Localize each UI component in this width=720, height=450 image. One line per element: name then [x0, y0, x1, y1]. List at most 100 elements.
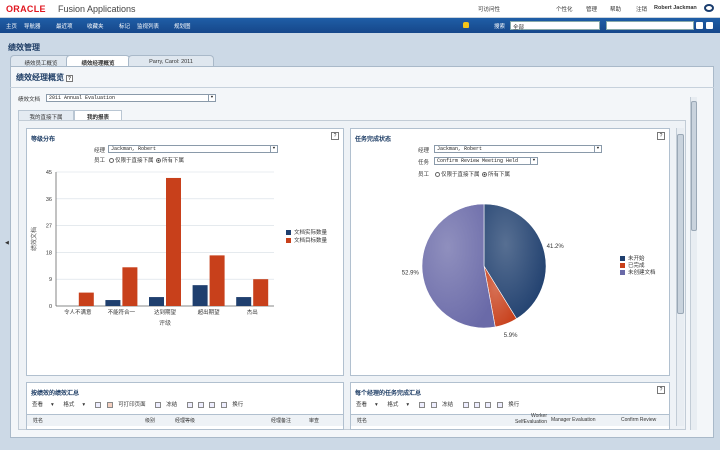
- column-header-review[interactable]: 审查: [309, 417, 319, 424]
- manager-select-value: Jackman, Robert: [111, 146, 157, 152]
- app-name: Fusion Applications: [58, 4, 136, 14]
- accessibility-link[interactable]: 可访问性: [478, 5, 500, 13]
- column-header-confirm-review[interactable]: Confirm Review: [621, 417, 656, 423]
- bar: [105, 300, 121, 306]
- card-title: 按绩效的绩效汇总: [31, 391, 80, 397]
- y-tick-label: 9: [49, 277, 52, 283]
- wrap-icon[interactable]: [497, 401, 504, 408]
- column-header-name[interactable]: 姓名: [33, 417, 43, 424]
- legend-swatch: [286, 238, 291, 243]
- view-menu[interactable]: 查看: [32, 402, 43, 408]
- radio-direct[interactable]: [435, 172, 440, 178]
- manager-label: 经理: [418, 148, 430, 154]
- oracle-logo: ORACLE: [6, 4, 46, 14]
- manager-select[interactable]: Jackman, Robert ▼: [434, 145, 602, 153]
- card-title: 任务完成状态: [355, 137, 392, 143]
- search-scope-select[interactable]: 全部: [510, 21, 600, 31]
- nav-favorites[interactable]: 收藏夹: [87, 22, 104, 30]
- y-tick-label: 18: [46, 250, 52, 256]
- table-header: 姓名 Worker SelfEvaluation Manager Evaluat…: [351, 413, 669, 426]
- y-tick-label: 36: [46, 197, 52, 203]
- radio-all[interactable]: [156, 158, 162, 164]
- scroll-thumb[interactable]: [677, 134, 684, 314]
- search-scope-value: 全部: [513, 25, 525, 31]
- worker-label: 员工: [418, 172, 430, 178]
- search-go-icon[interactable]: [696, 22, 703, 29]
- column-icon[interactable]: [197, 401, 204, 408]
- help-icon[interactable]: ?: [657, 386, 665, 394]
- column-icon[interactable]: [186, 401, 193, 408]
- freeze-icon[interactable]: [155, 401, 162, 408]
- pie-slice: [421, 203, 496, 329]
- radio-direct[interactable]: [109, 158, 114, 164]
- detach-icon[interactable]: [94, 401, 101, 408]
- column-header-manager-rating[interactable]: 经理等级: [175, 417, 195, 424]
- data-label: 52.9%: [402, 271, 420, 277]
- doc-select[interactable]: 2011 Annual Evaluation ▼: [46, 94, 216, 102]
- data-label: 5.9%: [504, 333, 518, 339]
- help-icon[interactable]: ?: [66, 75, 73, 82]
- task-label: 任务: [418, 160, 430, 166]
- help-icon[interactable]: ?: [331, 132, 339, 140]
- nav-tags[interactable]: 标记: [119, 22, 130, 30]
- detach-icon[interactable]: [418, 401, 425, 408]
- wrap-button[interactable]: 换行: [508, 402, 519, 408]
- bar: [236, 297, 252, 306]
- view-menu[interactable]: 查看: [356, 402, 367, 408]
- radio-all-label: 所有下属: [488, 172, 511, 178]
- personalize-menu[interactable]: 个性化: [556, 5, 573, 13]
- notifications-icon[interactable]: [463, 22, 469, 28]
- column-header-manager-note[interactable]: 经理备注: [271, 417, 291, 424]
- nav-roadmap[interactable]: 规划图: [174, 22, 191, 30]
- chevron-down-icon: ▼: [594, 146, 601, 152]
- radio-all[interactable]: [482, 172, 488, 178]
- column-header-level[interactable]: 级别: [145, 417, 155, 424]
- format-menu[interactable]: 格式: [387, 402, 398, 408]
- manage-menu[interactable]: 管理: [586, 5, 597, 13]
- column-icon[interactable]: [208, 401, 215, 408]
- subtab-my-reports[interactable]: 我的报表: [74, 110, 122, 121]
- chevron-down-icon: ▾: [82, 402, 86, 408]
- x-tick-label: 达到期望: [154, 308, 177, 316]
- collapse-pane-icon[interactable]: ◀: [5, 240, 9, 248]
- freeze-icon[interactable]: [431, 401, 438, 408]
- scroll-thumb[interactable]: [691, 101, 697, 231]
- manager-select[interactable]: Jackman, Robert ▼: [108, 145, 278, 153]
- help-icon[interactable]: ?: [657, 132, 665, 140]
- table-toolbar: 查看 ▾ 格式 ▾ 可打印页面 冻结 换行: [32, 400, 251, 408]
- bar: [149, 297, 164, 306]
- doc-select-value: 2011 Annual Evaluation: [49, 95, 116, 101]
- column-header-manager-eval[interactable]: Manager Evaluation: [551, 417, 595, 423]
- format-menu[interactable]: 格式: [63, 402, 74, 408]
- legend-label: 未创建文档: [628, 268, 656, 276]
- nav-watchlist[interactable]: 监视列表: [137, 22, 159, 30]
- nav-home[interactable]: 主页: [6, 22, 17, 30]
- advanced-search-icon[interactable]: [706, 22, 713, 29]
- column-icon[interactable]: [462, 401, 469, 408]
- printable-page-icon[interactable]: [107, 401, 114, 408]
- legend-label: 已完成: [628, 261, 645, 269]
- freeze-button[interactable]: 冻结: [442, 402, 453, 408]
- subtab-direct-reports[interactable]: 我的直接下属: [18, 110, 74, 121]
- wrap-icon[interactable]: [221, 401, 228, 408]
- bar: [253, 279, 269, 306]
- search-input[interactable]: [606, 21, 694, 30]
- help-menu[interactable]: 帮助: [610, 5, 621, 13]
- task-select[interactable]: Confirm Review Meeting Held ▼: [434, 157, 538, 165]
- freeze-button[interactable]: 冻结: [166, 402, 177, 408]
- column-header-self-eval[interactable]: Worker SelfEvaluation: [499, 413, 547, 425]
- wrap-button[interactable]: 换行: [232, 402, 243, 408]
- bar: [122, 267, 138, 306]
- page-scrollbar[interactable]: [690, 97, 697, 430]
- page-title: 绩效管理: [8, 43, 40, 52]
- x-tick-label: 杰出: [247, 308, 258, 316]
- nav-navigator[interactable]: 导航器: [24, 22, 41, 30]
- column-header-name[interactable]: 姓名: [357, 417, 367, 424]
- column-icon[interactable]: [473, 401, 480, 408]
- x-tick-label: 超出期望: [198, 308, 221, 316]
- column-icon[interactable]: [484, 401, 491, 408]
- dashboard-scrollbar[interactable]: [676, 128, 684, 426]
- signout-link[interactable]: 注销: [636, 5, 647, 13]
- nav-recent[interactable]: 最近项: [56, 22, 73, 30]
- printable-page-button[interactable]: 可打印页面: [118, 402, 146, 408]
